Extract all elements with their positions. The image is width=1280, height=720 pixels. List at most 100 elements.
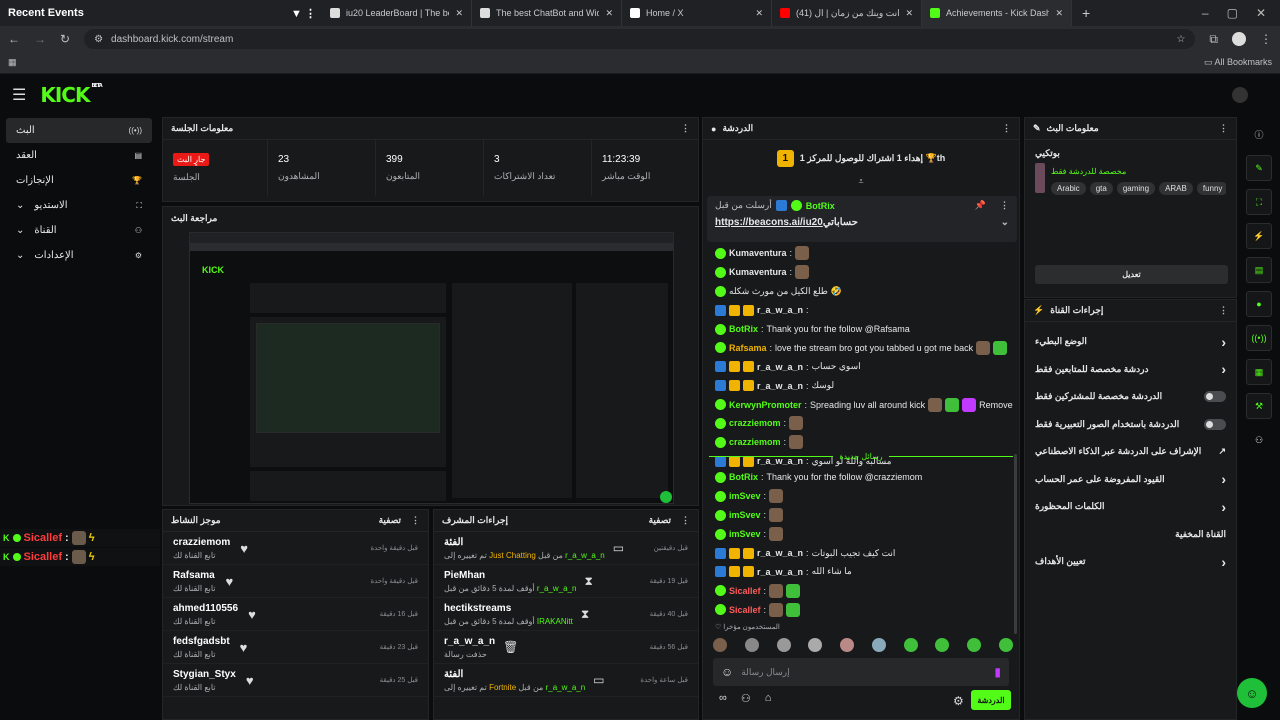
channel-action-item[interactable]: الكلمات المحظورة › — [1025, 493, 1236, 521]
chat-message[interactable]: r_a_w_a_n: — [703, 301, 1019, 320]
chat-message[interactable]: r_a_w_a_n: انت كيف تجيب البوتات — [703, 544, 1019, 563]
chat-message[interactable]: r_a_w_a_n: اسوي حساب — [703, 357, 1019, 376]
close-tab-icon[interactable]: ✕ — [905, 8, 913, 19]
bolt-icon[interactable]: ⚡ — [1246, 223, 1272, 249]
pin-icon[interactable]: 📌 — [975, 200, 986, 211]
recent-emote-icon[interactable] — [967, 638, 982, 652]
recent-emote-icon[interactable] — [998, 638, 1013, 652]
chat-message[interactable]: Kumaventura: — [703, 263, 1019, 282]
user-avatar[interactable] — [1232, 87, 1248, 103]
chat-scrollbar[interactable] — [1014, 454, 1017, 634]
info-icon[interactable]: ⓘ — [1246, 121, 1272, 147]
wrench-icon[interactable]: ⚒ — [1246, 393, 1272, 419]
browser-tab[interactable]: (41) حبيبي انت وينك من زمان | ال...✕ — [772, 0, 922, 26]
channel-action-item[interactable]: الإشراف على الدردشة عبر الذكاء الاصطناعي… — [1025, 438, 1236, 466]
stream-tag[interactable]: funny — [1196, 182, 1226, 195]
channel-action-item[interactable]: الدردشة مخصصة للمشتركين فقط — [1025, 383, 1236, 411]
chat-message[interactable]: BotRix: Thank you for the follow @Rafsam… — [703, 320, 1019, 339]
chat-message[interactable]: BotRix: Thank you for the follow @crazzi… — [703, 468, 1019, 487]
more-options-icon[interactable]: ⋮ — [1219, 123, 1228, 134]
recent-emote-icon[interactable] — [744, 638, 759, 652]
infinity-icon[interactable]: ∞ — [719, 692, 727, 705]
channel-action-item[interactable]: القيود المفروضة على عمر الحساب › — [1025, 466, 1236, 494]
recent-emote-icon[interactable] — [935, 638, 950, 652]
sidebar-item[interactable]: الإنجازات 🏆 — [6, 168, 152, 193]
emoji-picker-icon[interactable]: ☺ — [721, 665, 733, 679]
layout-icon[interactable]: ▦ — [1246, 359, 1272, 385]
broadcast-icon[interactable]: ((•)) — [1246, 325, 1272, 351]
mic-icon[interactable]: ▮ — [994, 665, 1001, 679]
close-tab-icon[interactable]: ✕ — [1055, 8, 1063, 19]
mod-action-item[interactable]: قبل 40 دقيقة hectikstreams أوقف لمدة 5 دق… — [434, 598, 698, 631]
forward-icon[interactable]: → — [34, 32, 46, 46]
recent-emote-icon[interactable] — [776, 638, 791, 652]
more-options-icon[interactable]: ⋮ — [411, 515, 420, 526]
recent-emote-icon[interactable] — [713, 638, 727, 652]
close-window-icon[interactable]: ✕ — [1256, 6, 1266, 20]
mod-action-item[interactable]: قبل دقيقتين الفئة تم تغييره إلى Just Chat… — [434, 532, 698, 565]
store-icon[interactable]: ⌂ — [765, 692, 772, 705]
chat-message[interactable]: r_a_w_a_n: لوسك — [703, 376, 1019, 395]
mod-action-item[interactable]: قبل 19 دقيقة PieMhan أوقف لمدة 5 دقائق من… — [434, 565, 698, 598]
people-icon[interactable]: ⚇ — [1246, 427, 1272, 453]
recent-emote-icon[interactable] — [840, 638, 855, 652]
pencil-icon[interactable]: ✎ — [1246, 155, 1272, 181]
bookmark-star-icon[interactable]: ☆ — [1176, 34, 1185, 45]
chat-message[interactable]: crazziemom: — [703, 414, 1019, 433]
send-chat-button[interactable]: الدردشة — [971, 690, 1011, 710]
channel-action-item[interactable]: الوضع البطيء › — [1025, 328, 1236, 356]
reload-icon[interactable]: ↻ — [60, 32, 70, 46]
people-icon[interactable]: ⚇ — [741, 692, 751, 705]
chat-message[interactable]: r_a_w_a_n: ما شاء الله — [703, 562, 1019, 581]
channel-action-item[interactable]: الدردشة باستخدام الصور التعبيرية فقط — [1025, 411, 1236, 439]
more-options-icon[interactable]: ⋮ — [681, 123, 690, 134]
screen-icon[interactable]: ⛶ — [1246, 189, 1272, 215]
toggle-switch[interactable] — [1204, 391, 1226, 403]
more-options-icon[interactable]: ⋮ — [1000, 200, 1009, 211]
support-chat-icon[interactable]: ☺ — [1237, 678, 1267, 708]
channel-action-item[interactable]: القناة المخفية — [1025, 521, 1236, 549]
more-options-icon[interactable]: ⋮ — [1002, 123, 1011, 134]
maximize-icon[interactable]: ▢ — [1227, 6, 1238, 20]
all-bookmarks[interactable]: ▭ All Bookmarks — [1204, 57, 1272, 68]
site-info-icon[interactable]: ⚙ — [94, 34, 103, 45]
edit-stream-info-button[interactable]: تعديل — [1035, 265, 1228, 284]
mod-filter-button[interactable]: تصفية — [649, 515, 671, 526]
kick-logo[interactable]: KICK BETA — [40, 83, 102, 107]
close-tab-icon[interactable]: ✕ — [605, 8, 613, 19]
hamburger-menu-icon[interactable]: ☰ — [12, 85, 26, 105]
mod-action-item[interactable]: قبل ساعة واحدة الفئة تم تغييره إلى Fortni… — [434, 664, 698, 697]
apps-grid-icon[interactable]: ▦ — [8, 57, 17, 68]
extensions-icon[interactable]: ⧉ — [1209, 32, 1218, 47]
sidebar-item[interactable]: ⌄ الإعدادات ⚙ — [6, 243, 152, 268]
chat-message[interactable]: crazziemom: — [703, 433, 1019, 452]
browser-tab[interactable]: Home / X ✕ — [622, 0, 772, 26]
chat-message[interactable]: Kumaventura: — [703, 244, 1019, 263]
recent-emote-icon[interactable] — [903, 638, 918, 652]
chat-icon[interactable]: ● — [1246, 291, 1272, 317]
activity-item[interactable]: قبل دقيقة واحدة Rafsama تابع القناة لك ♥ — [163, 565, 428, 598]
activity-item[interactable]: قبل 23 دقيقة fedsfgadsbt تابع القناة لك ♥ — [163, 631, 428, 664]
profile-avatar[interactable] — [1232, 32, 1246, 46]
channel-action-item[interactable]: تعيين الأهداف › — [1025, 548, 1236, 576]
browser-tab[interactable]: Achievements - Kick Dashboard✕ — [922, 0, 1072, 26]
browser-tab[interactable]: iu20 LeaderBoard | The best Cha...✕ — [322, 0, 472, 26]
chat-message[interactable]: imSvev: — [703, 525, 1019, 544]
browser-tab[interactable]: The best ChatBot and Widgets ...✕ — [472, 0, 622, 26]
back-icon[interactable]: ← — [8, 32, 20, 46]
chat-message[interactable]: imSvev: — [703, 487, 1019, 506]
stream-tag[interactable]: gaming — [1116, 182, 1156, 195]
recent-emote-icon[interactable] — [808, 638, 823, 652]
activity-item[interactable]: قبل 16 دقيقة ahmed110556 تابع القناة لك ♥ — [163, 598, 428, 631]
sidebar-item[interactable]: العقد ▤ — [6, 143, 152, 168]
scroll-arrow-icon[interactable]: ⩡ — [703, 176, 1019, 187]
menu-dots-icon[interactable]: ⋮ — [1260, 32, 1272, 46]
recent-emote-icon[interactable] — [871, 638, 886, 652]
activity-item[interactable]: قبل 25 دقيقة Stygian_Styx تابع القناة لك ♥ — [163, 664, 428, 697]
chat-message[interactable]: Sicallef: — [703, 600, 1019, 619]
minimize-icon[interactable]: – — [1202, 6, 1209, 20]
chat-message[interactable]: Rafsama: love the stream bro got you tab… — [703, 338, 1019, 357]
more-options-icon[interactable]: ⋮ — [681, 515, 690, 526]
stream-tag[interactable]: gta — [1089, 182, 1113, 195]
mod-action-item[interactable]: قبل 56 دقيقة r_a_w_a_n حذفت رسالة 🗑 — [434, 631, 698, 664]
